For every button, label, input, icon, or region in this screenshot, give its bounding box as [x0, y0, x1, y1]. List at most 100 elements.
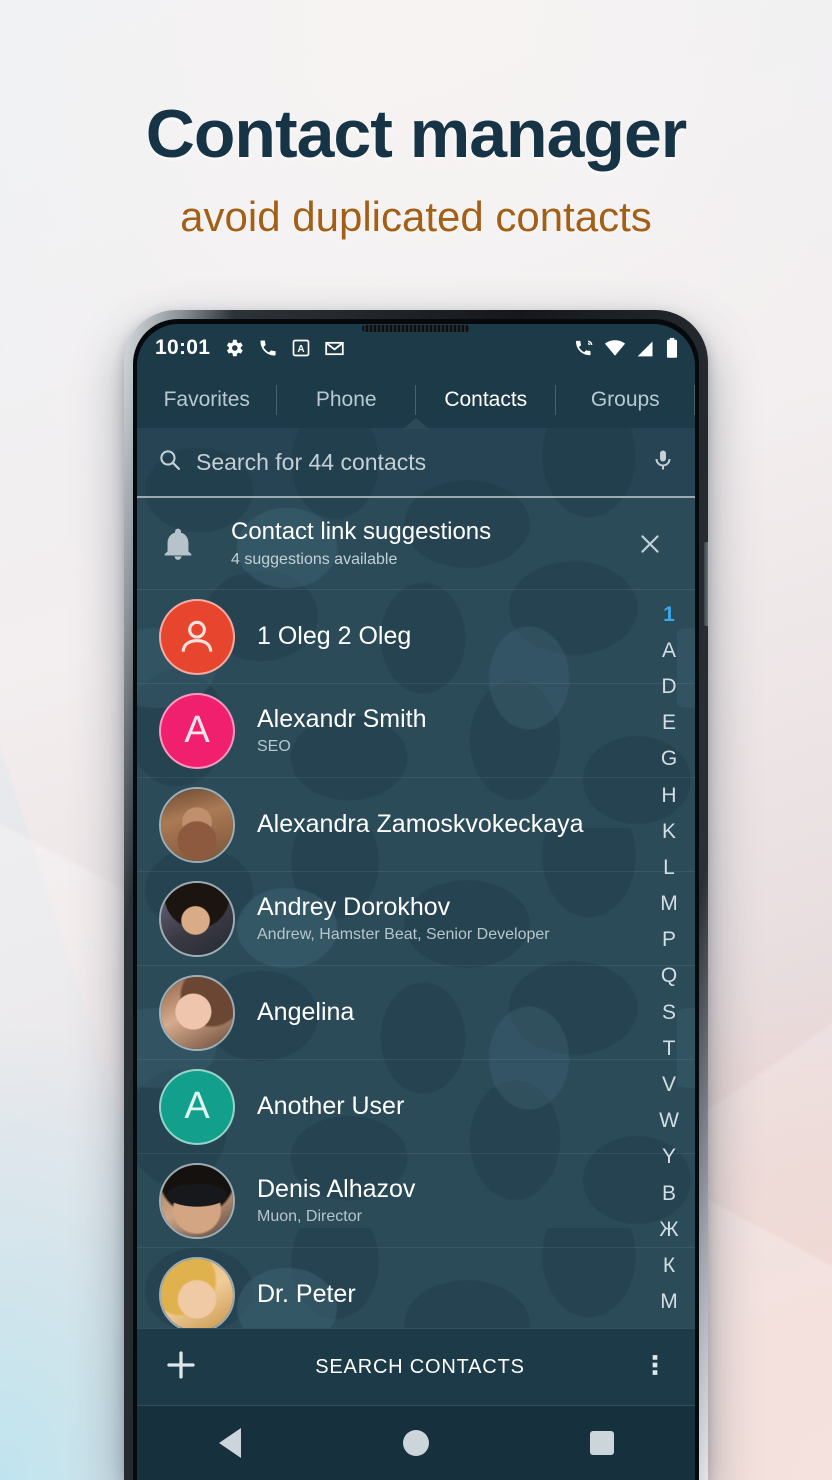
signal-icon: [635, 338, 656, 359]
tab-phone[interactable]: Phone: [277, 372, 417, 428]
contact-text: Andrey Dorokhov Andrew, Hamster Beat, Se…: [235, 893, 550, 944]
search-icon: [157, 447, 182, 477]
search-input[interactable]: Search for 44 contacts: [196, 449, 637, 476]
call-forward-icon: [574, 338, 595, 359]
svg-text:A: A: [298, 344, 305, 355]
alphabet-index-item[interactable]: M: [660, 886, 678, 922]
microphone-icon[interactable]: [651, 448, 675, 477]
contacts-content-area: Search for 44 contacts Contact link sugg…: [137, 428, 695, 1480]
suggestion-text: Contact link suggestions 4 suggestions a…: [221, 518, 623, 569]
contact-subtitle: SEO: [257, 737, 291, 755]
avatar: A: [159, 1068, 235, 1145]
contact-text: Denis Alhazov Muon, Director: [235, 1175, 415, 1226]
avatar: [159, 880, 235, 957]
back-triangle-icon[interactable]: [185, 1406, 275, 1480]
alphabet-index-item[interactable]: P: [662, 922, 676, 958]
tab-favorites[interactable]: Favorites: [137, 372, 277, 428]
alphabet-index-item[interactable]: L: [663, 849, 675, 885]
list-item[interactable]: Denis Alhazov Muon, Director: [137, 1154, 695, 1248]
contact-name: Angelina: [257, 998, 355, 1027]
contact-name: 1 Oleg 2 Oleg: [257, 622, 412, 651]
a-badge-icon: A: [291, 338, 311, 358]
alphabet-index-item[interactable]: V: [662, 1066, 676, 1102]
earpiece-speaker: [362, 325, 470, 332]
contact-text: Angelina: [235, 998, 354, 1027]
add-contact-button[interactable]: [163, 1347, 199, 1388]
list-item[interactable]: A Another User: [137, 1060, 695, 1154]
contact-list: 1 Oleg 2 Oleg A Alexandr Smith SEO Alexa…: [137, 590, 695, 1342]
contact-text: Alexandra Zamoskvokeckaya: [235, 810, 584, 839]
list-item[interactable]: Andrey Dorokhov Andrew, Hamster Beat, Se…: [137, 872, 695, 966]
list-item[interactable]: A Alexandr Smith SEO: [137, 684, 695, 778]
battery-icon: [665, 337, 679, 359]
alphabet-index-item[interactable]: М: [660, 1284, 678, 1320]
contact-text: Dr. Peter: [235, 1280, 356, 1309]
alphabet-index-item[interactable]: W: [659, 1103, 679, 1139]
contact-name: Alexandra Zamoskvokeckaya: [257, 810, 584, 839]
bottom-action-bar: SEARCH CONTACTS: [137, 1328, 695, 1406]
contact-text: Alexandr Smith SEO: [235, 705, 427, 756]
page-subtitle: avoid duplicated contacts: [180, 193, 652, 240]
avatar: [159, 786, 235, 863]
tab-groups[interactable]: Groups: [556, 372, 696, 428]
close-icon[interactable]: [623, 531, 677, 557]
alphabet-index-item[interactable]: D: [661, 668, 676, 704]
phone-call-icon: [258, 338, 278, 358]
home-circle-icon[interactable]: [371, 1406, 461, 1480]
alphabet-index-item[interactable]: Y: [662, 1139, 676, 1175]
page-title: Contact manager: [145, 96, 687, 172]
power-button[interactable]: [704, 542, 708, 626]
status-right-icons: [574, 337, 679, 359]
alphabet-index-item[interactable]: В: [662, 1175, 676, 1211]
search-contacts-button[interactable]: SEARCH CONTACTS: [199, 1356, 641, 1379]
alphabet-index-item[interactable]: G: [661, 741, 677, 777]
alphabet-index-item[interactable]: T: [663, 1030, 676, 1066]
search-bar[interactable]: Search for 44 contacts: [137, 428, 695, 498]
list-item[interactable]: 1 Oleg 2 Oleg: [137, 590, 695, 684]
avatar: A: [159, 692, 235, 769]
avatar: [159, 1162, 235, 1239]
tab-bar: Favorites Phone Contacts Groups: [137, 372, 696, 429]
contact-text: 1 Oleg 2 Oleg: [235, 622, 411, 651]
alphabet-index-item[interactable]: A: [662, 632, 676, 668]
avatar-letter: A: [184, 709, 210, 751]
alphabet-index-item[interactable]: H: [661, 777, 676, 813]
avatar-letter: A: [184, 1085, 210, 1127]
overflow-menu-button[interactable]: [641, 1351, 669, 1384]
contact-link-suggestions-banner[interactable]: Contact link suggestions 4 suggestions a…: [137, 498, 695, 590]
status-clock: 10:01: [155, 336, 211, 359]
alphabet-index-item[interactable]: K: [662, 813, 676, 849]
phone-screen: 10:01 A Favorites Phone Contacts Groups …: [137, 324, 695, 1480]
contact-subtitle: Andrew, Hamster Beat, Senior Developer: [257, 925, 550, 943]
list-item[interactable]: Angelina: [137, 966, 695, 1060]
suggestion-subtitle: 4 suggestions available: [231, 550, 398, 568]
alphabet-index-item[interactable]: 1: [663, 596, 675, 632]
person-icon: [181, 620, 213, 652]
alphabet-index-item[interactable]: К: [663, 1247, 675, 1283]
alphabet-index-item[interactable]: Ж: [659, 1211, 678, 1247]
phone-bezel: 10:01 A Favorites Phone Contacts Groups …: [133, 319, 699, 1480]
contact-name: Another User: [257, 1092, 405, 1121]
wifi-icon: [604, 337, 626, 359]
contact-name: Denis Alhazov: [257, 1175, 416, 1204]
android-navigation-bar: [137, 1406, 695, 1480]
gmail-icon: [324, 338, 345, 359]
contact-name: Andrey Dorokhov: [257, 893, 451, 922]
avatar: [159, 974, 235, 1051]
contact-name: Alexandr Smith: [257, 705, 427, 734]
avatar: [159, 598, 235, 675]
alphabet-index-item[interactable]: S: [662, 994, 676, 1030]
alphabet-index[interactable]: 1 A D E G H K L M P Q S T V W Y В Ж К М: [645, 594, 693, 1392]
recents-square-icon[interactable]: [557, 1406, 647, 1480]
contact-text: Another User: [235, 1092, 404, 1121]
promo-headline-block: Contact manager avoid duplicated contact…: [0, 0, 832, 238]
alphabet-index-item[interactable]: Q: [661, 958, 677, 994]
contact-name: Dr. Peter: [257, 1280, 356, 1309]
list-item[interactable]: Alexandra Zamoskvokeckaya: [137, 778, 695, 872]
tab-contacts[interactable]: Contacts: [416, 372, 556, 428]
bell-icon: [159, 525, 221, 563]
gear-icon: [223, 337, 245, 359]
suggestion-title: Contact link suggestions: [231, 518, 492, 546]
contact-subtitle: Muon, Director: [257, 1207, 362, 1225]
alphabet-index-item[interactable]: E: [662, 705, 676, 741]
